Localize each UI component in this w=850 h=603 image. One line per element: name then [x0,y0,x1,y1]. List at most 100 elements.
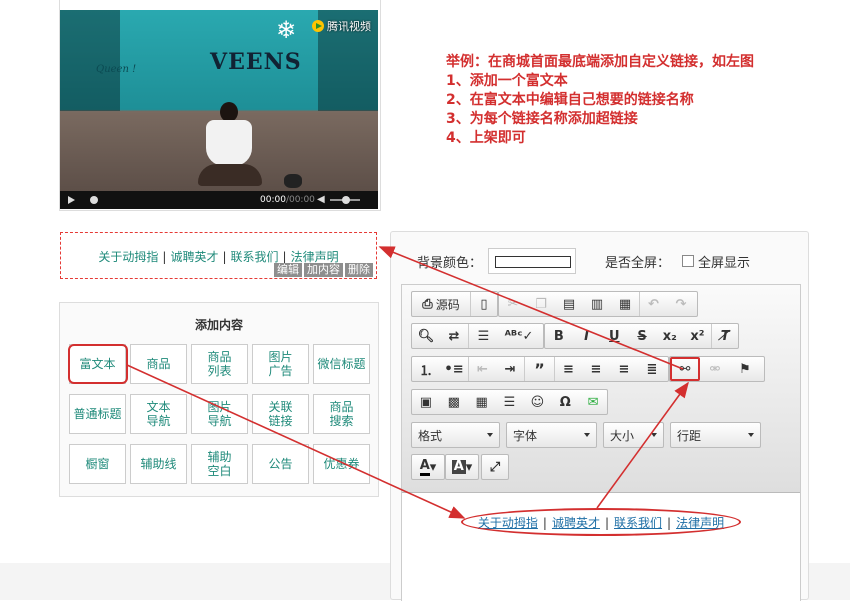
progress-handle[interactable] [90,196,98,204]
text-color-icon[interactable]: A ▾ [412,455,444,479]
copy-icon[interactable]: ❐ [527,292,555,316]
paste-word-icon[interactable]: ▦ [611,292,639,316]
highlight-color-icon[interactable]: A ▾ [446,455,478,479]
widget-actions: 编辑 加内容 删除 [274,263,373,277]
strikethrough-icon[interactable]: S [628,324,656,348]
paste-icon[interactable]: ▤ [555,292,583,316]
link-group: ⚯ ⚮ ⚑ [669,356,765,382]
footer-link[interactable]: 诚聘英才 [170,250,218,264]
unlink-icon[interactable]: ⚮ [700,357,730,381]
blockquote-icon[interactable]: ” [524,357,554,381]
add-product-search-button[interactable]: 商品 搜索 [313,394,370,434]
video-brand: 腾讯视频 [312,18,371,34]
maximize-icon[interactable]: ⤢ [482,455,508,479]
add-product-list-button[interactable]: 商品 列表 [191,344,248,384]
chevron-down-icon [748,433,754,437]
outdent-icon[interactable]: ⇤ [468,357,496,381]
video-frame-figure [198,102,262,190]
fullscreen-checkbox[interactable] [682,255,695,267]
justify-icon[interactable]: ≣ [638,357,666,381]
volume-handle[interactable] [342,196,350,204]
add-product-button[interactable]: 商品 [130,344,187,384]
add-showcase-button[interactable]: 橱窗 [69,444,126,484]
emoji-icon[interactable]: ☺ [523,390,551,414]
rich-text-editor-panel: 背景颜色： 是否全屏： 全屏显示 ⎙ 源码 ▯ ✂ ❐ ▤ ▥ ▦ ↶ ↷ 🔍︎… [390,231,809,601]
indent-icon[interactable]: ⇥ [496,357,524,381]
video-player[interactable]: Queen ! VEENS ❄ 腾讯视频 [60,10,378,191]
add-divider-button[interactable]: 辅助线 [130,444,187,484]
chevron-down-icon [651,433,657,437]
underline-icon[interactable]: U [600,324,628,348]
snowflake-icon: ❄ [276,16,297,44]
maximize-group: ⤢ [481,454,509,480]
numbered-list-icon[interactable]: ⒈ [412,357,440,381]
footer-link[interactable]: 联系我们 [231,250,279,264]
add-notice-button[interactable]: 公告 [252,444,309,484]
annotation-instructions: 举例：在商城首面最底端添加自定义链接，如左图 1、添加一个富文本 2、在富文本中… [446,53,754,148]
spellcheck-icon[interactable]: ᴬᴮᶜ✓ [498,324,540,348]
add-content-title: 添加内容 [194,318,243,332]
align-left-icon[interactable]: ≡ [554,357,582,381]
template-icon[interactable]: ▯ [470,292,497,316]
source-icon: ⎙ [422,296,433,312]
size-select[interactable]: 大小 [603,422,664,448]
italic-icon[interactable]: I [573,324,601,348]
play-icon[interactable] [68,196,75,204]
font-select[interactable]: 字体 [506,422,597,448]
cut-icon[interactable]: ✂ [499,292,527,316]
footer-link[interactable]: 法律声明 [291,250,339,264]
format-select[interactable]: 格式 [411,422,500,448]
replace-icon[interactable]: ⇄ [440,324,468,348]
video-frame-shadow [60,10,120,111]
special-char-icon[interactable]: Ω [551,390,579,414]
insert-group: ▣ ▩ ▦ ☰ ☺ Ω ✉ [411,389,608,415]
delete-button[interactable]: 删除 [345,263,373,277]
add-spacer-button[interactable]: 辅助 空白 [191,444,248,484]
add-coupon-button[interactable]: 优惠券 [313,444,370,484]
fullscreen-row: 是否全屏： 全屏显示 [605,248,750,274]
volume-icon[interactable]: ◀ [317,194,325,205]
add-related-link-button[interactable]: 关联 链接 [252,394,309,434]
clear-format-icon[interactable]: T̸ [711,324,738,348]
wechat-icon[interactable]: ✉ [579,390,607,414]
paragraph-group: ⒈ •≡ ⇤ ⇥ ” ≡ ≡ ≡ ≣ [411,356,669,382]
table-icon[interactable]: ▦ [468,390,496,414]
format-group: B I U S x₂ x² T̸ [544,323,739,349]
footer-link[interactable]: 关于动拇指 [98,250,158,264]
footer-link-widget[interactable]: 关于动拇指 | 诚聘英才 | 联系我们 | 法律声明 编辑 加内容 删除 [60,232,377,279]
edit-button[interactable]: 编辑 [274,263,302,277]
fullscreen-option-label[interactable]: 全屏显示 [698,252,750,271]
select-all-icon[interactable]: ☰ [468,324,498,348]
subscript-icon[interactable]: x₂ [656,324,684,348]
align-right-icon[interactable]: ≡ [610,357,638,381]
undo-icon[interactable]: ↶ [639,292,667,316]
add-wechat-title-button[interactable]: 微信标题 [313,344,370,384]
redo-icon[interactable]: ↷ [667,292,695,316]
add-text-nav-button[interactable]: 文本 导航 [130,394,187,434]
anchor-flag-icon[interactable]: ⚑ [730,357,760,381]
instruction-line: 1、添加一个富文本 [446,73,568,89]
bulleted-list-icon[interactable]: •≡ [440,357,468,381]
add-content-button[interactable]: 加内容 [304,263,343,277]
bg-color-picker[interactable] [488,248,577,274]
paste-text-icon[interactable]: ▥ [583,292,611,316]
add-image-nav-button[interactable]: 图片 导航 [191,394,248,434]
flash-icon[interactable]: ▩ [440,390,468,414]
bold-icon[interactable]: B [545,324,573,348]
add-plain-title-button[interactable]: 普通标题 [69,394,126,434]
add-image-ad-button[interactable]: 图片 广告 [252,344,309,384]
line-height-select[interactable]: 行距 [670,422,761,448]
image-icon[interactable]: ▣ [412,390,440,414]
align-center-icon[interactable]: ≡ [582,357,610,381]
rich-text-editor: ⎙ 源码 ▯ ✂ ❐ ▤ ▥ ▦ ↶ ↷ 🔍︎ ⇄ ☰ ᴬᴮᶜ✓ B I U S… [401,284,801,601]
superscript-icon[interactable]: x² [684,324,712,348]
find-icon[interactable]: 🔍︎ [412,324,440,348]
find-group: 🔍︎ ⇄ ☰ ᴬᴮᶜ✓ [411,323,544,349]
text-color-group: A ▾ [411,454,445,480]
chevron-down-icon [487,433,493,437]
link-icon[interactable]: ⚯ [670,357,700,381]
source-button[interactable]: ⎙ 源码 [412,292,470,316]
video-frame-prop [284,174,302,188]
video-module[interactable]: Queen ! VEENS ❄ 腾讯视频 00:00/00:00 ◀ [59,0,381,211]
horizontal-rule-icon[interactable]: ☰ [496,390,524,414]
